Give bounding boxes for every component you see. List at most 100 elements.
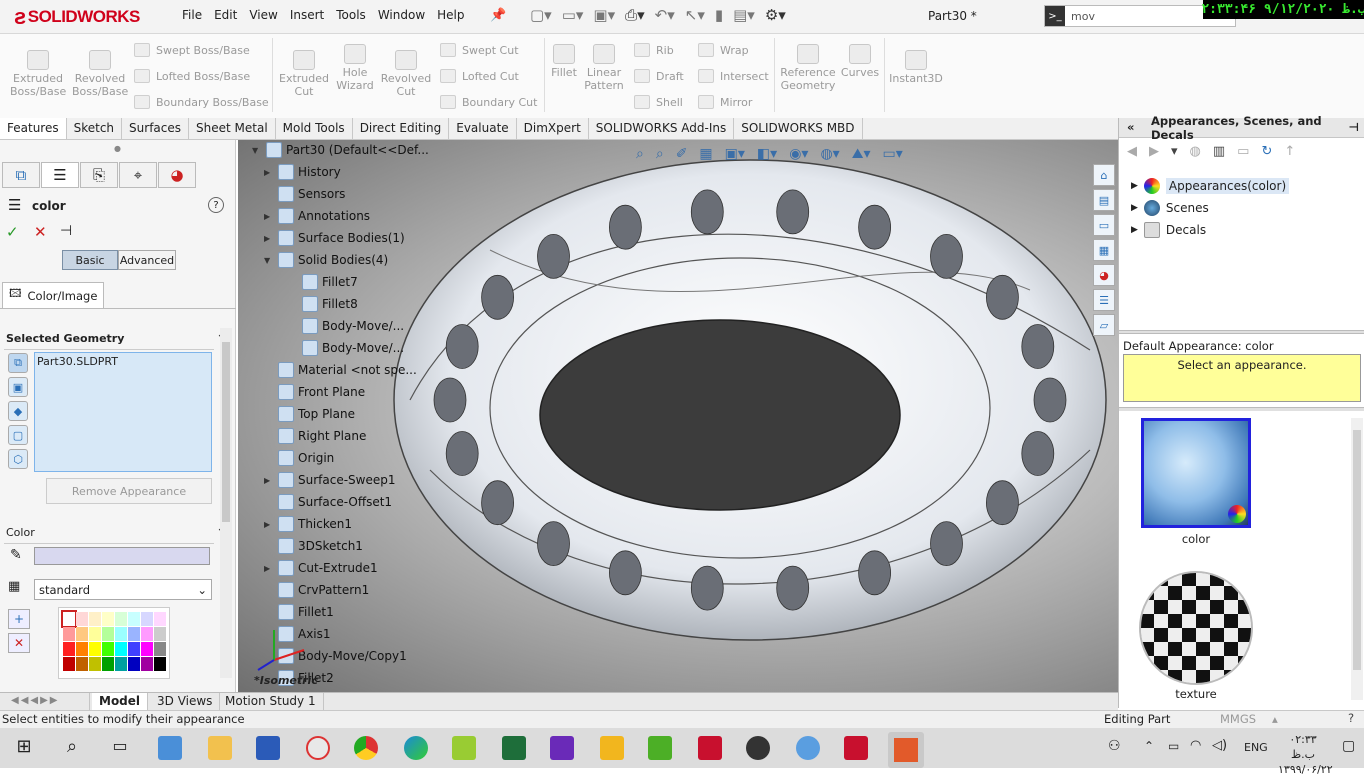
eyedropper-icon[interactable]: ✎ — [10, 547, 22, 563]
save-icon[interactable]: ▣▾ — [593, 6, 615, 24]
tab-evaluate[interactable]: Evaluate — [449, 118, 517, 139]
feature-manager-tab[interactable]: ⧉ — [2, 162, 40, 188]
people-icon[interactable]: ⚇ — [1108, 738, 1121, 754]
color-swatch[interactable] — [63, 657, 75, 671]
new-doc-icon[interactable]: ▢▾ — [530, 6, 552, 24]
thumbs-scroll-thumb[interactable] — [1353, 430, 1361, 670]
tree-expand-arrow[interactable]: ▶ — [264, 212, 274, 221]
solidworks-2016-icon[interactable] — [698, 736, 722, 760]
color-swatch[interactable] — [128, 642, 140, 656]
tree-item[interactable]: Body-Move/... — [288, 318, 404, 334]
expand-arrow-icon[interactable]: ▶ — [1131, 181, 1138, 191]
forum-icon[interactable]: ▱ — [1093, 314, 1115, 336]
selected-geometry-header[interactable]: Selected Geometry⌃ — [0, 328, 236, 348]
expand-arrow-icon[interactable]: ▶ — [1131, 203, 1138, 213]
forward-icon[interactable]: ▶ — [1149, 144, 1159, 159]
word-icon[interactable] — [256, 736, 280, 760]
color-swatch[interactable] — [76, 612, 88, 626]
tree-expand-arrow[interactable]: ▶ — [264, 520, 274, 529]
lofted-boss-button[interactable]: Lofted Boss/Base — [134, 69, 250, 83]
tree-item[interactable]: ▶ Cut-Extrude1 — [264, 560, 378, 576]
fillet-button[interactable]: Fillet — [548, 44, 580, 79]
color-swatch[interactable] — [61, 610, 77, 628]
pin-icon[interactable]: 📌 — [490, 8, 506, 23]
swept-cut-button[interactable]: Swept Cut — [440, 43, 519, 57]
pane-splitter[interactable] — [1119, 407, 1364, 411]
tab-solidworks-mbd[interactable]: SOLIDWORKS MBD — [734, 118, 863, 139]
tree-item[interactable]: Surface-Offset1 — [264, 494, 392, 510]
zoom-to-fit-icon[interactable]: ⌕ — [636, 146, 644, 162]
color-swatch[interactable] — [128, 657, 140, 671]
display-style-icon[interactable]: ◧▾ — [757, 146, 777, 162]
home-icon[interactable]: ⌂ — [1093, 164, 1115, 186]
system-clock[interactable]: ۰۲:۳۳ ب.ظ ۱۳۹۹/۰۶/۲۲ — [1278, 732, 1333, 777]
tab-direct-editing[interactable]: Direct Editing — [353, 118, 450, 139]
options-gear-icon[interactable]: ⚙▾ — [765, 6, 786, 24]
color-swatch[interactable] — [154, 657, 166, 671]
settings-app-icon[interactable] — [796, 736, 820, 760]
tree-appearances[interactable]: ▶ Appearances(color) — [1131, 178, 1290, 194]
color-swatch[interactable] — [154, 627, 166, 641]
select-feature-icon[interactable]: ◆ — [8, 401, 28, 421]
palette-select[interactable]: standard ⌄ — [34, 579, 212, 600]
color-section-header[interactable]: Color⌃ — [0, 522, 236, 542]
intersect-button[interactable]: Intersect — [698, 69, 769, 83]
tab-scroll-arrows[interactable]: ◀◀◀▶▶ — [4, 693, 90, 710]
swept-boss-button[interactable]: Swept Boss/Base — [134, 43, 250, 57]
tree-item[interactable]: Fillet8 — [288, 296, 358, 312]
revolved-boss-button[interactable]: Revolved Boss/Base — [72, 50, 128, 98]
view-palette-icon[interactable]: ▦ — [1093, 239, 1115, 261]
rebuild-icon[interactable]: ▮ — [715, 6, 723, 24]
zoom-area-icon[interactable]: ⌕ — [656, 146, 664, 162]
pushpin-icon[interactable]: ⊣ — [60, 223, 72, 239]
media-player-icon[interactable] — [550, 736, 574, 760]
tab-surfaces[interactable]: Surfaces — [122, 118, 190, 139]
configuration-manager-tab[interactable]: ⎘ — [80, 162, 118, 188]
store-icon[interactable] — [158, 736, 182, 760]
battery-icon[interactable]: ▭ — [1168, 739, 1179, 753]
tree-expand-arrow[interactable]: ▶ — [264, 168, 274, 177]
file-properties-icon[interactable]: ▤▾ — [733, 6, 755, 24]
tree-item[interactable]: Sensors — [264, 186, 345, 202]
color-swatch[interactable] — [89, 657, 101, 671]
color-swatch[interactable] — [89, 627, 101, 641]
color-swatch[interactable] — [76, 657, 88, 671]
help-icon[interactable]: ? — [208, 197, 224, 213]
tab-3d-views[interactable]: 3D Views — [150, 693, 221, 710]
shell-button[interactable]: Shell — [634, 95, 683, 109]
hide-show-icon[interactable]: ◉▾ — [789, 146, 808, 162]
tab-mold-tools[interactable]: Mold Tools — [276, 118, 353, 139]
tree-item[interactable]: ▶ History — [264, 164, 341, 180]
library-icon[interactable]: ▥ — [1213, 144, 1225, 159]
color-swatch[interactable] — [141, 627, 153, 641]
color-swatch[interactable] — [141, 612, 153, 626]
pane-splitter[interactable] — [1119, 330, 1364, 334]
status-units[interactable]: MMGS — [1220, 712, 1256, 726]
up-icon[interactable]: ↑ — [1284, 144, 1295, 159]
pm-scrollbar[interactable] — [220, 328, 232, 678]
solidworks-logo[interactable]: ƨ SOLIDWORKS — [14, 4, 140, 30]
selected-item[interactable]: Part30.SLDPRT — [37, 355, 118, 368]
open-icon[interactable]: ▭▾ — [562, 6, 584, 24]
tree-item[interactable]: Origin — [264, 450, 334, 466]
tab-sheet-metal[interactable]: Sheet Metal — [189, 118, 276, 139]
notes-app-icon[interactable] — [600, 736, 624, 760]
selected-geometry-list[interactable]: Part30.SLDPRT — [34, 352, 212, 472]
color-swatch[interactable] — [115, 642, 127, 656]
color-swatch[interactable] — [89, 612, 101, 626]
color-swatch[interactable] — [128, 612, 140, 626]
tree-item[interactable]: 3DSketch1 — [264, 538, 363, 554]
solidworks-2016-icon-2[interactable] — [844, 736, 868, 760]
tree-expand-arrow[interactable]: ▼ — [264, 256, 274, 265]
color-swatch[interactable] — [102, 642, 114, 656]
menu-edit[interactable]: Edit — [208, 6, 243, 24]
tree-expand-arrow[interactable]: ▶ — [264, 234, 274, 243]
tree-item[interactable]: ▶ Surface Bodies(1) — [264, 230, 405, 246]
color-swatch[interactable] — [76, 627, 88, 641]
pm-scroll-thumb[interactable] — [222, 342, 230, 522]
hole-wizard-button[interactable]: Hole Wizard — [330, 44, 380, 92]
history-dropdown-icon[interactable]: ▾ — [1171, 144, 1178, 159]
color-swatch[interactable] — [102, 612, 114, 626]
tab-model[interactable]: Model — [92, 693, 149, 710]
color-swatch[interactable] — [115, 657, 127, 671]
